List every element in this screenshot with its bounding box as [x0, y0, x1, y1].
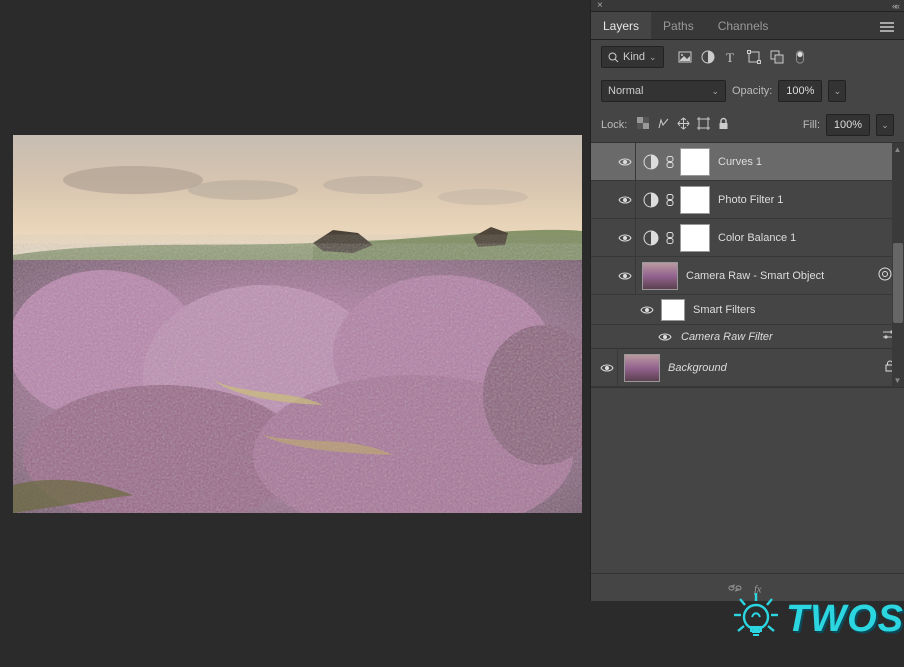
layer-curves[interactable]: Curves 1	[591, 143, 904, 181]
layer-name[interactable]: Smart Filters	[693, 304, 896, 316]
chevron-down-icon: ⌄	[711, 86, 719, 97]
panel-close-icon[interactable]: ×	[597, 0, 603, 11]
lock-all-icon[interactable]	[717, 117, 730, 133]
link-icon	[664, 156, 676, 168]
filter-smartobject-icon[interactable]	[770, 50, 784, 64]
smart-object-badge-icon	[878, 267, 892, 284]
layer-photo-filter[interactable]: Photo Filter 1	[591, 181, 904, 219]
blend-mode-value: Normal	[608, 85, 643, 97]
blend-row: Normal ⌄ Opacity: 100% ⌄	[591, 74, 904, 108]
layers-scrollbar[interactable]: ▲ ▼	[892, 143, 904, 387]
link-icon	[664, 194, 676, 206]
scroll-up-icon[interactable]: ▲	[893, 145, 902, 154]
layer-name[interactable]: Photo Filter 1	[718, 194, 896, 206]
visibility-toggle[interactable]	[615, 233, 635, 243]
layer-name[interactable]: Background	[668, 362, 884, 374]
blend-mode-dropdown[interactable]: Normal ⌄	[601, 80, 726, 102]
panel-topbar: × ««	[591, 0, 904, 12]
layer-thumbnail[interactable]	[624, 354, 660, 382]
visibility-toggle[interactable]	[637, 305, 657, 315]
opacity-flyout-button[interactable]: ⌄	[828, 80, 846, 102]
tab-layers[interactable]: Layers	[591, 12, 651, 39]
fill-flyout-button[interactable]: ⌄	[876, 114, 894, 136]
layer-name[interactable]: Curves 1	[718, 156, 896, 168]
layer-camera-raw-filter[interactable]: Camera Raw Filter	[591, 325, 904, 349]
lock-transparent-icon[interactable]	[637, 117, 650, 133]
color-balance-adjustment-icon	[642, 229, 660, 247]
filter-mask-thumbnail[interactable]	[661, 299, 685, 321]
filter-kind-dropdown[interactable]: Kind ⌄	[601, 46, 664, 68]
panel-menu-icon[interactable]	[870, 12, 904, 39]
layer-name[interactable]: Color Balance 1	[718, 232, 896, 244]
visibility-toggle[interactable]	[655, 332, 675, 342]
layer-background[interactable]: Background	[591, 349, 904, 387]
filter-type-icon[interactable]: T	[724, 50, 738, 64]
lock-icons	[637, 117, 730, 133]
layer-color-balance[interactable]: Color Balance 1	[591, 219, 904, 257]
chevron-down-icon: ⌄	[649, 52, 657, 63]
tab-channels[interactable]: Channels	[706, 12, 781, 39]
lightbulb-icon	[726, 589, 786, 649]
panel-empty-area	[591, 387, 904, 573]
lock-position-icon[interactable]	[677, 117, 690, 133]
svg-text:T: T	[726, 50, 734, 64]
watermark: TWOS	[726, 589, 904, 649]
scroll-down-icon[interactable]: ▼	[893, 376, 902, 385]
layer-mask-thumbnail[interactable]	[680, 224, 710, 252]
opacity-input[interactable]: 100%	[778, 80, 822, 102]
layer-smart-object[interactable]: Camera Raw - Smart Object	[591, 257, 904, 295]
lock-row: Lock: Fill: 100% ⌄	[591, 108, 904, 142]
layer-name[interactable]: Camera Raw - Smart Object	[686, 270, 878, 282]
fill-label: Fill:	[803, 119, 820, 131]
filter-pixel-icon[interactable]	[678, 50, 692, 64]
lock-label: Lock:	[601, 119, 627, 131]
visibility-toggle[interactable]	[615, 195, 635, 205]
layers-list: Curves 1 Photo Filter 1 Color Balance 1 …	[591, 142, 904, 387]
lock-artboard-icon[interactable]	[697, 117, 710, 133]
scrollbar-thumb[interactable]	[893, 243, 903, 323]
filter-toggle-icon[interactable]	[793, 50, 807, 64]
curves-adjustment-icon	[642, 153, 660, 171]
visibility-toggle[interactable]	[615, 271, 635, 281]
filter-kind-label: Kind	[623, 51, 645, 63]
layer-thumbnail[interactable]	[642, 262, 678, 290]
layer-smart-filters[interactable]: Smart Filters	[591, 295, 904, 325]
canvas-area	[0, 0, 590, 667]
layers-panel: × «« Layers Paths Channels Kind ⌄ T Norm…	[590, 0, 904, 601]
fill-input[interactable]: 100%	[826, 114, 870, 136]
lock-image-icon[interactable]	[657, 117, 670, 133]
visibility-toggle[interactable]	[597, 363, 617, 373]
watermark-text: TWOS	[786, 598, 904, 641]
document-image[interactable]	[13, 135, 582, 513]
filter-shape-icon[interactable]	[747, 50, 761, 64]
tab-paths[interactable]: Paths	[651, 12, 706, 39]
layer-mask-thumbnail[interactable]	[680, 148, 710, 176]
filter-adjustment-icon[interactable]	[701, 50, 715, 64]
layer-name[interactable]: Camera Raw Filter	[681, 331, 882, 343]
link-icon	[664, 232, 676, 244]
opacity-label: Opacity:	[732, 85, 772, 97]
layer-mask-thumbnail[interactable]	[680, 186, 710, 214]
photo-filter-adjustment-icon	[642, 191, 660, 209]
panel-tabs: Layers Paths Channels	[591, 12, 904, 40]
layer-filter-row: Kind ⌄ T	[591, 40, 904, 74]
panel-collapse-icon[interactable]: ««	[892, 1, 898, 11]
visibility-toggle[interactable]	[615, 157, 635, 167]
